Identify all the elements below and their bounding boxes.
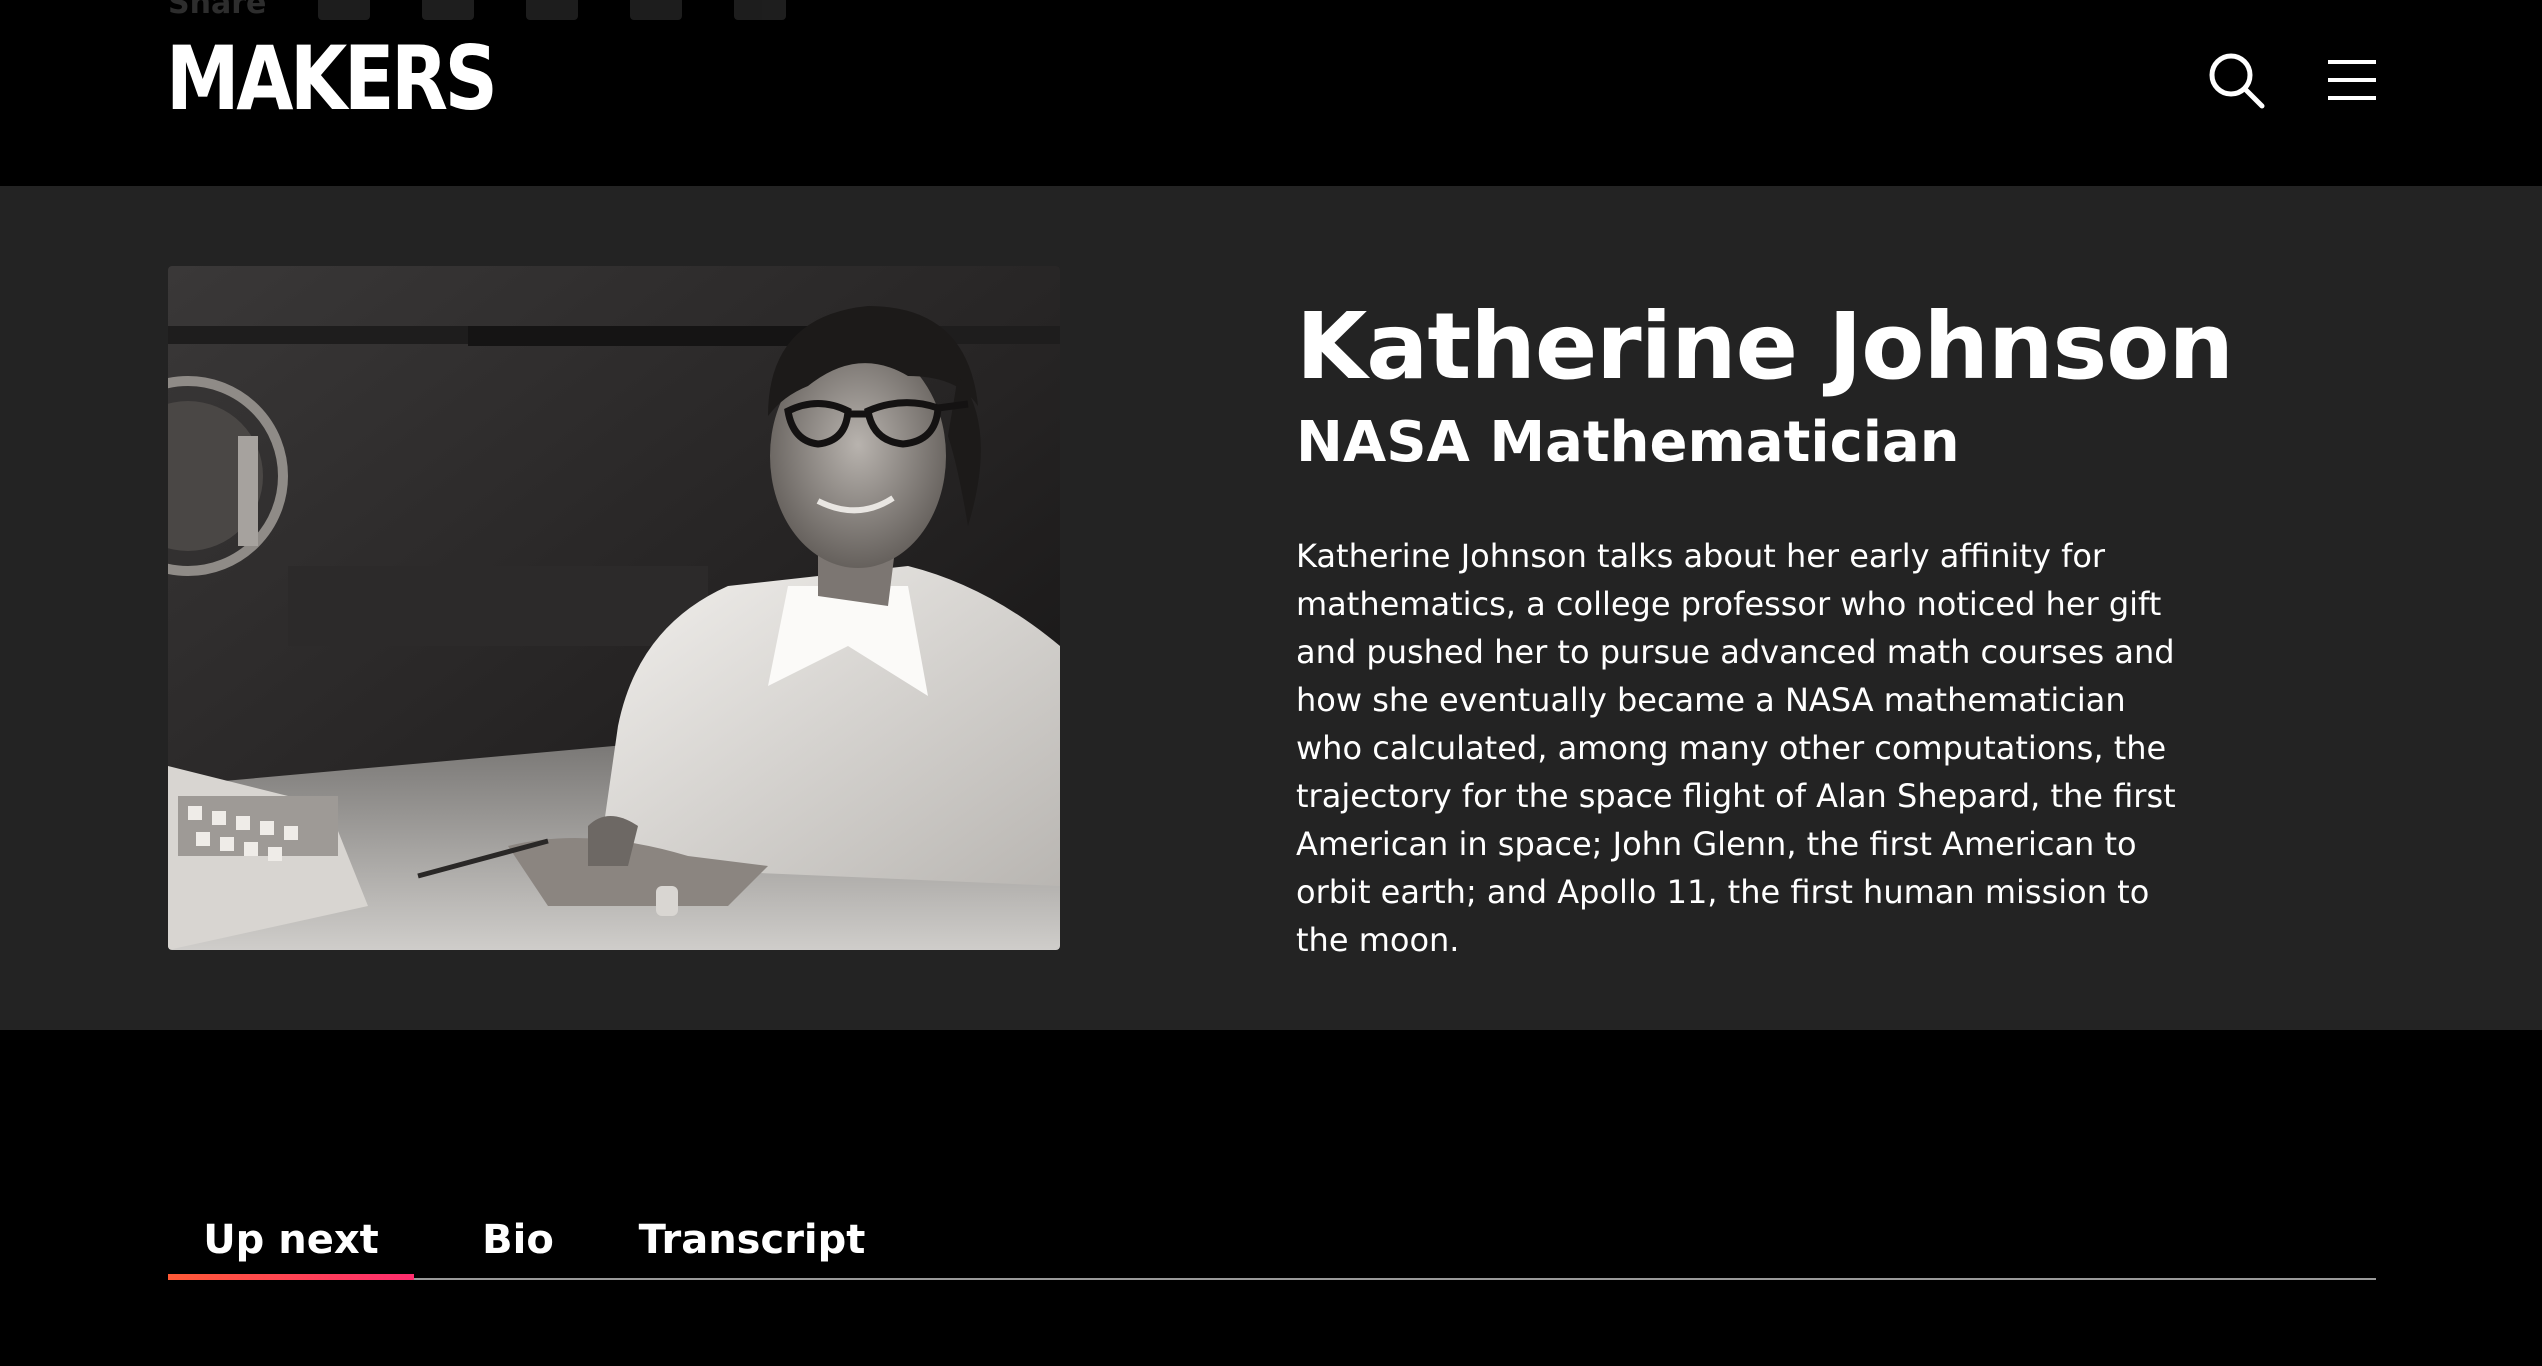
search-icon bbox=[2209, 53, 2265, 109]
video-description: Katherine Johnson talks about her early … bbox=[1296, 536, 2176, 959]
profile-info: Katherine Johnson NASA Mathematician Kat… bbox=[1296, 293, 2234, 964]
twitter-icon[interactable] bbox=[422, 0, 475, 20]
person-role: NASA Mathematician bbox=[1296, 410, 1960, 476]
share-bar: Share bbox=[168, 0, 787, 21]
facebook-icon[interactable] bbox=[318, 0, 371, 20]
search-button[interactable] bbox=[2206, 50, 2266, 110]
profile-photo-illustration bbox=[168, 266, 1060, 950]
menu-button[interactable] bbox=[2326, 56, 2378, 104]
linkedin-icon[interactable] bbox=[526, 0, 579, 20]
makers-logo[interactable]: MAKERS bbox=[166, 35, 498, 123]
content-tabs: Up next Bio Transcript bbox=[168, 1210, 2376, 1280]
tab-up-next[interactable]: Up next bbox=[168, 1210, 414, 1280]
email-icon[interactable] bbox=[734, 0, 787, 20]
hero-section: Katherine Johnson NASA Mathematician Kat… bbox=[0, 186, 2542, 1030]
tab-transcript[interactable]: Transcript bbox=[622, 1210, 882, 1280]
tumblr-icon[interactable] bbox=[630, 0, 683, 20]
tab-bio[interactable]: Bio bbox=[462, 1210, 574, 1280]
profile-photo bbox=[168, 266, 1060, 950]
site-header: Share MAKERS bbox=[0, 0, 2542, 186]
active-tab-indicator bbox=[168, 1274, 414, 1280]
person-name: Katherine Johnson bbox=[1296, 293, 2234, 400]
hamburger-menu-icon bbox=[2328, 60, 2376, 100]
share-label: Share bbox=[168, 0, 267, 21]
